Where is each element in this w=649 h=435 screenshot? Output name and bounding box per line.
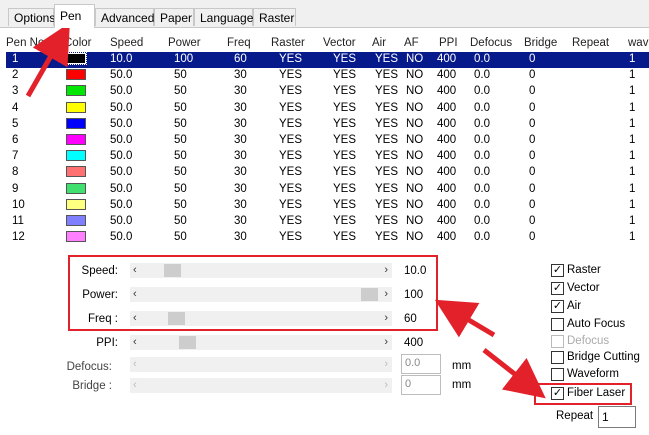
annotation-arrows <box>25 22 546 399</box>
arrow-to-pen-tab <box>25 22 70 98</box>
arrow-to-fiber-laser <box>482 348 546 399</box>
tab-pen[interactable]: Pen <box>54 4 95 28</box>
arrow-to-sliders <box>434 299 496 338</box>
